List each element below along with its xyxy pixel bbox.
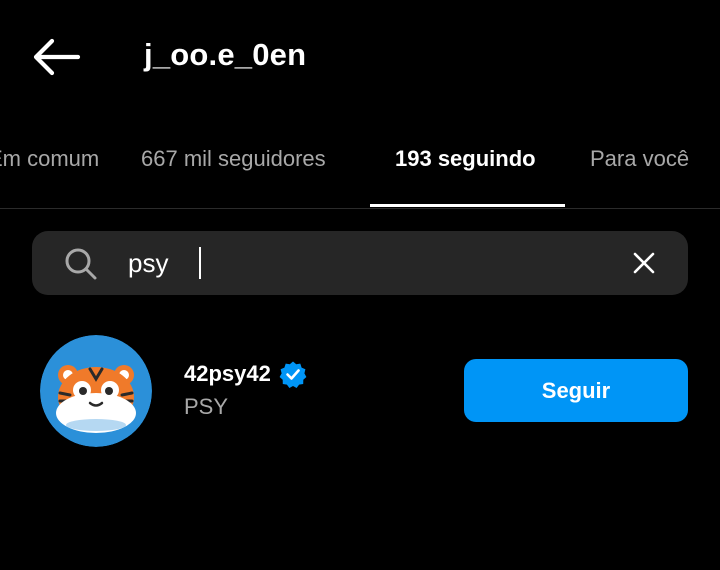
username: 42psy42: [184, 361, 271, 386]
full-name: PSY: [184, 394, 229, 419]
page-title: j_oo.e_0en: [144, 37, 307, 72]
verified-badge-icon: [279, 361, 307, 388]
clear-search-button[interactable]: [632, 251, 656, 275]
follow-button[interactable]: Seguir: [464, 359, 688, 422]
tab-para-voce[interactable]: Para você: [590, 146, 689, 172]
tab-seguidores[interactable]: 667 mil seguidores: [141, 146, 326, 172]
top-bar: j_oo.e_0en: [0, 0, 720, 112]
search-icon: [65, 248, 97, 280]
tiger-avatar-icon: [40, 335, 152, 447]
close-icon: [633, 252, 655, 274]
username-line[interactable]: 42psy42: [184, 360, 307, 388]
tab-bar: Em comum 667 mil seguidores 193 seguindo…: [0, 118, 720, 209]
tab-em-comum[interactable]: Em comum: [0, 146, 99, 172]
search-bar: [32, 231, 688, 295]
active-tab-indicator: [370, 204, 565, 207]
avatar[interactable]: [40, 335, 152, 447]
following-page: j_oo.e_0en Em comum 667 mil seguidores 1…: [0, 0, 720, 570]
text-caret: [199, 247, 201, 279]
arrow-left-icon: [33, 38, 81, 76]
tab-seguindo[interactable]: 193 seguindo: [395, 146, 536, 172]
back-button[interactable]: [30, 36, 82, 78]
list-item[interactable]: 42psy42 PSY Seguir: [0, 330, 720, 450]
